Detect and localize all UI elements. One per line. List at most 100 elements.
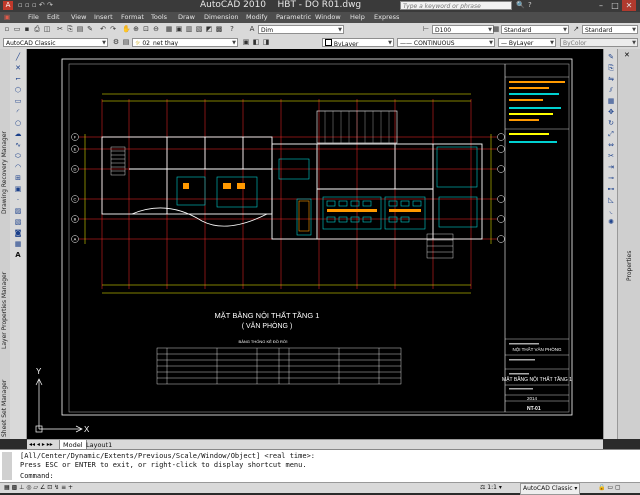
rectangle-icon[interactable]: ▭: [13, 97, 23, 106]
save-icon[interactable]: ▪: [23, 25, 31, 33]
layer-combo[interactable]: ☼ 02_net thay ▼: [132, 38, 238, 47]
search-icon[interactable]: 🔍: [516, 1, 525, 9]
paste-icon[interactable]: ▤: [76, 25, 84, 33]
drawing-canvas[interactable]: NỘI THẤT VĂN PHÒNG MẶT BẰNG NỘI THẤT TẦN…: [27, 49, 603, 439]
explode-icon[interactable]: ✺: [606, 218, 616, 227]
menu-edit[interactable]: Edit: [47, 12, 60, 23]
workspace-switch[interactable]: AutoCAD Classic ▾: [520, 483, 581, 495]
polyline-icon[interactable]: ⌐: [13, 75, 23, 84]
menu-file[interactable]: File: [28, 12, 39, 23]
offset-icon[interactable]: ⫽: [606, 86, 616, 95]
menu-draw[interactable]: Draw: [178, 12, 195, 23]
scale-icon[interactable]: ⤢: [606, 130, 616, 139]
linetype-combo[interactable]: —— CONTINUOUS ▼: [397, 38, 495, 47]
properties-icon[interactable]: ▦: [165, 25, 173, 33]
erase-icon[interactable]: ✎: [606, 53, 616, 62]
maximize-icon[interactable]: □: [608, 0, 622, 11]
app-icon[interactable]: ▣: [4, 12, 10, 23]
quick-access-icons[interactable]: ▫ ▫ ▫ ↶ ↷: [18, 1, 53, 9]
dim-combo[interactable]: Dim ▼: [258, 25, 344, 34]
menu-tools[interactable]: Tools: [151, 12, 167, 23]
layer-state-icon[interactable]: ◨: [262, 38, 270, 46]
sheet-set-icon[interactable]: ▧: [195, 25, 203, 33]
extend-icon[interactable]: ⇥: [606, 163, 616, 172]
calculator-icon[interactable]: ▩: [215, 25, 223, 33]
help-toolbar-icon[interactable]: ?: [228, 25, 236, 33]
join-icon[interactable]: ⊷: [606, 185, 616, 194]
dim-style-icon[interactable]: ⊢: [422, 25, 430, 33]
layer-previous-icon[interactable]: ◧: [252, 38, 260, 46]
preview-icon[interactable]: ◫: [43, 25, 51, 33]
undo-icon[interactable]: ↶: [99, 25, 107, 33]
match-icon[interactable]: ✎: [86, 25, 94, 33]
region-icon[interactable]: ◙: [13, 229, 23, 238]
zoom-previous-icon[interactable]: ⊖: [152, 25, 160, 33]
app-menu-icon[interactable]: A: [3, 1, 13, 10]
plot-icon[interactable]: ⎙: [33, 25, 41, 33]
zoom-realtime-icon[interactable]: ⊕: [132, 25, 140, 33]
array-icon[interactable]: ▦: [606, 97, 616, 106]
layer-manager-icon[interactable]: ▤: [122, 38, 130, 46]
redo-icon[interactable]: ↷: [109, 25, 117, 33]
menu-insert[interactable]: Insert: [94, 12, 113, 23]
menu-parametric[interactable]: Parametric: [276, 12, 311, 23]
mirror-icon[interactable]: ⇋: [606, 75, 616, 84]
color-combo[interactable]: ByLayer ▼: [322, 38, 394, 47]
ellipse-arc-icon[interactable]: ◠: [13, 163, 23, 172]
command-prompt[interactable]: Command:: [20, 472, 54, 480]
gradient-icon[interactable]: ▧: [13, 218, 23, 227]
tablestyle-combo[interactable]: Standard ▼: [582, 25, 638, 34]
textstyle-combo[interactable]: Standard ▼: [501, 25, 569, 34]
dimstyle-combo[interactable]: D100 ▼: [432, 25, 494, 34]
workspace-settings-icon[interactable]: ⚙: [112, 38, 120, 46]
table-icon[interactable]: ▦: [13, 240, 23, 249]
circle-icon[interactable]: ○: [13, 119, 23, 128]
menu-help[interactable]: Help: [350, 12, 365, 23]
minimize-icon[interactable]: –: [594, 0, 608, 11]
copy-icon[interactable]: ⎘: [66, 25, 74, 33]
point-icon[interactable]: ·: [13, 196, 23, 205]
command-grip[interactable]: [2, 452, 12, 480]
break-icon[interactable]: ⊸: [606, 174, 616, 183]
fillet-icon[interactable]: ◟: [606, 207, 616, 216]
arc-icon[interactable]: ◜: [13, 108, 23, 117]
line-icon[interactable]: ╱: [13, 53, 23, 62]
zoom-window-icon[interactable]: ⊡: [142, 25, 150, 33]
menu-window[interactable]: Window: [315, 12, 341, 23]
close-icon[interactable]: ✕: [622, 0, 636, 11]
new-icon[interactable]: ▫: [3, 25, 11, 33]
chamfer-icon[interactable]: ◺: [606, 196, 616, 205]
mtext-icon[interactable]: A: [13, 251, 23, 260]
make-current-icon[interactable]: ▣: [242, 38, 250, 46]
revcloud-icon[interactable]: ☁: [13, 130, 23, 139]
search-input[interactable]: Type a keyword or phrase: [400, 1, 512, 10]
menu-format[interactable]: Format: [121, 12, 144, 23]
lineweight-combo[interactable]: — ByLayer ▼: [498, 38, 556, 47]
table-style-icon[interactable]: ▦: [492, 25, 500, 33]
pan-icon[interactable]: ✋: [122, 25, 131, 33]
ellipse-icon[interactable]: ⬭: [13, 152, 23, 161]
copy-object-icon[interactable]: ⎘: [606, 64, 616, 73]
cut-icon[interactable]: ✂: [56, 25, 64, 33]
construction-line-icon[interactable]: ✕: [13, 64, 23, 73]
palette-close-icon[interactable]: ✕: [624, 51, 630, 59]
markup-icon[interactable]: ◩: [205, 25, 213, 33]
plotstyle-combo[interactable]: ByColor ▼: [560, 38, 638, 47]
hatch-icon[interactable]: ▨: [13, 207, 23, 216]
make-block-icon[interactable]: ▣: [13, 185, 23, 194]
move-icon[interactable]: ✥: [606, 108, 616, 117]
menu-dimension[interactable]: Dimension: [204, 12, 239, 23]
design-center-icon[interactable]: ▣: [175, 25, 183, 33]
stretch-icon[interactable]: ⇔: [606, 141, 616, 150]
trim-icon[interactable]: ✂: [606, 152, 616, 161]
multileader-style-icon[interactable]: ↗: [572, 25, 580, 33]
menu-modify[interactable]: Modify: [246, 12, 268, 23]
polygon-icon[interactable]: ⬡: [13, 86, 23, 95]
help-icon[interactable]: ?: [528, 1, 532, 9]
menu-view[interactable]: View: [71, 12, 86, 23]
rotate-icon[interactable]: ↻: [606, 119, 616, 128]
spline-icon[interactable]: ∿: [13, 141, 23, 150]
insert-block-icon[interactable]: ⊞: [13, 174, 23, 183]
text-style-icon[interactable]: A: [248, 25, 256, 33]
open-icon[interactable]: ▭: [13, 25, 21, 33]
